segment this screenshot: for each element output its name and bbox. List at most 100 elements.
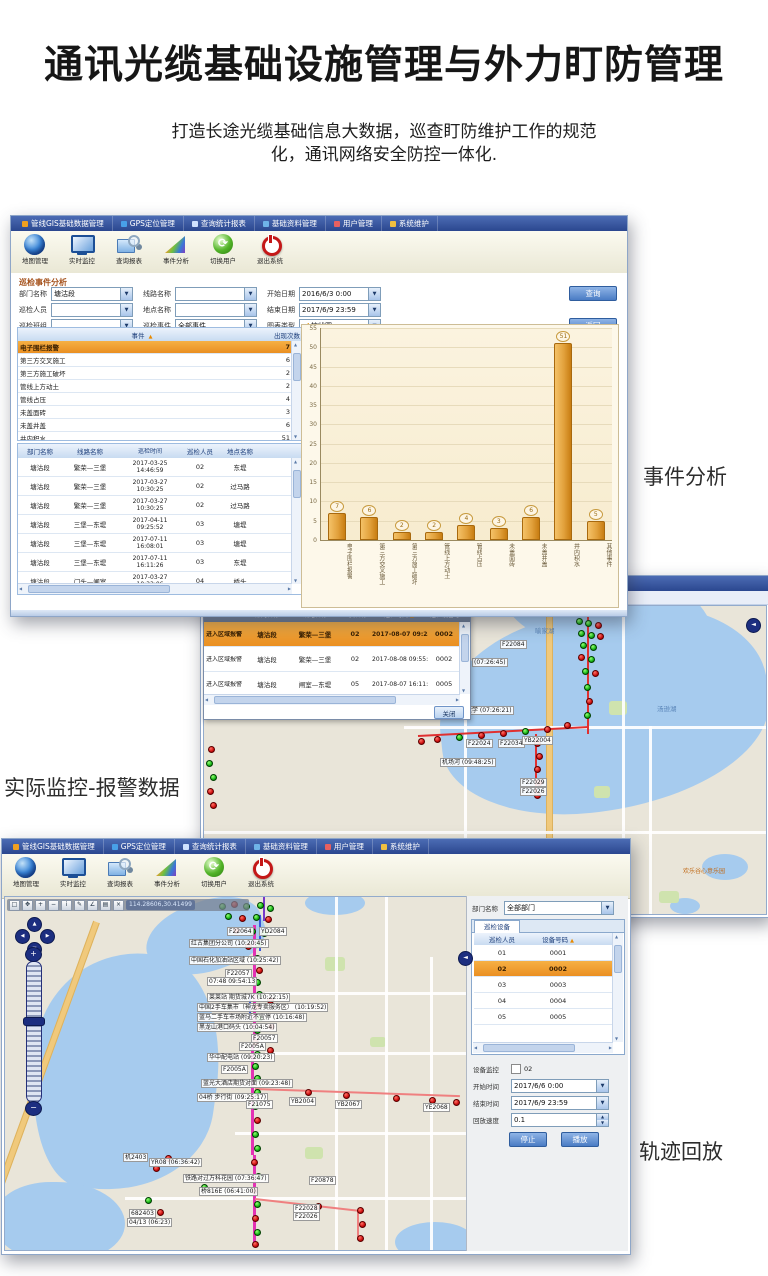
device-row[interactable]: 030003 bbox=[474, 977, 612, 993]
map-marker-red[interactable] bbox=[208, 746, 215, 753]
close-button[interactable]: 关闭 bbox=[434, 706, 464, 719]
menu-item[interactable]: 管线GIS基础数据管理 bbox=[5, 839, 104, 854]
map-marker-red[interactable] bbox=[265, 916, 272, 923]
alarm-row[interactable]: 进入区域报警塘沽段繁荣—三堡022017-08-07 09:23:360002 bbox=[204, 622, 460, 647]
map-marker-red[interactable] bbox=[597, 633, 604, 640]
map-tool-clear-icon[interactable]: × bbox=[113, 900, 124, 911]
map-marker-green[interactable] bbox=[252, 1131, 259, 1138]
start-time-input[interactable]: 2017/6/6 0:00 ▼ bbox=[511, 1079, 609, 1093]
collapse-panel-button[interactable]: ◄ bbox=[458, 951, 473, 966]
map-marker-red[interactable] bbox=[305, 1089, 312, 1096]
map-marker-green[interactable] bbox=[576, 618, 583, 625]
filter-input[interactable]: 2016/6/3 0:00▼ bbox=[299, 287, 381, 301]
map-marker-green[interactable] bbox=[210, 774, 217, 781]
scrollbar-thumb[interactable] bbox=[28, 585, 170, 593]
menu-item[interactable]: 基础资料管理 bbox=[255, 216, 326, 231]
menu-item[interactable]: 用户管理 bbox=[317, 839, 373, 854]
bar[interactable] bbox=[587, 521, 605, 540]
device-row[interactable]: 010001 bbox=[474, 945, 612, 961]
map-marker-red[interactable] bbox=[393, 1095, 400, 1102]
bar[interactable] bbox=[393, 532, 411, 540]
map-marker-red[interactable] bbox=[357, 1235, 364, 1242]
map-marker-red[interactable] bbox=[343, 1092, 350, 1099]
menu-item[interactable]: GPS定位管理 bbox=[104, 839, 175, 854]
map-marker-red[interactable] bbox=[239, 915, 246, 922]
spinner-down-icon[interactable]: ▼ bbox=[597, 1120, 608, 1126]
event-row[interactable]: 管线占压4 bbox=[18, 393, 292, 406]
patrol-row[interactable]: 塘沽段三堡—东堤2017-04-11 09:25:5203塘堤 bbox=[18, 515, 292, 534]
playback-map[interactable]: □✥+−i✎∠▤× 114.28606,30.41499 ▲ ▼ ◀ ▶ + −… bbox=[4, 896, 467, 1251]
map-marker-red[interactable] bbox=[544, 726, 551, 733]
event-row[interactable]: 管线上方动土2 bbox=[18, 380, 292, 393]
map-marker-red[interactable] bbox=[359, 1221, 366, 1228]
filter-input[interactable]: 塘沽段▼ bbox=[51, 287, 133, 301]
department-select[interactable]: 全部部门 ▼ bbox=[504, 901, 614, 915]
device-row[interactable]: 050005 bbox=[474, 1009, 612, 1025]
map-marker-red[interactable] bbox=[252, 1241, 259, 1248]
device-header-device[interactable]: 设备号码▲ bbox=[530, 934, 586, 944]
map-marker-red[interactable] bbox=[207, 788, 214, 795]
toolbar-button[interactable]: 查询报表 bbox=[100, 855, 140, 888]
event-row[interactable]: 未盖面砖3 bbox=[18, 406, 292, 419]
device-row[interactable]: 040004 bbox=[474, 993, 612, 1009]
map-marker-red[interactable] bbox=[586, 698, 593, 705]
map-marker-red[interactable] bbox=[254, 1117, 261, 1124]
map-tool-pan-icon[interactable]: ✥ bbox=[22, 900, 33, 911]
map-marker-green[interactable] bbox=[588, 656, 595, 663]
alarm-row[interactable]: 进入区域报警塘沽段繁荣—三堡022017-08-08 09:55:180002 bbox=[204, 647, 460, 672]
detail-header-cell[interactable]: 地点名称 bbox=[218, 446, 262, 456]
toolbar-button[interactable]: 退出系统 bbox=[241, 855, 281, 888]
patrol-row[interactable]: 塘沽段繁荣—三堡2017-03-27 10:30:2502过马路 bbox=[18, 496, 292, 515]
map-marker-red[interactable] bbox=[534, 766, 541, 773]
map-marker-green[interactable] bbox=[225, 913, 232, 920]
zoom-out-button[interactable]: − bbox=[25, 1101, 42, 1116]
map-marker-red[interactable] bbox=[478, 732, 485, 739]
zoom-in-button[interactable]: + bbox=[25, 947, 42, 962]
map-marker-green[interactable] bbox=[252, 1063, 259, 1070]
map-marker-red[interactable] bbox=[252, 1215, 259, 1222]
zoom-slider[interactable] bbox=[26, 961, 42, 1103]
query-button[interactable]: 查询 bbox=[569, 286, 617, 301]
map-marker-red[interactable] bbox=[418, 738, 425, 745]
menu-item[interactable]: 查询统计报表 bbox=[175, 839, 246, 854]
patrol-row[interactable]: 塘沽段三堡—东堤2017-07-11 16:08:0103塘堤 bbox=[18, 534, 292, 553]
map-marker-green[interactable] bbox=[267, 905, 274, 912]
map-marker-red[interactable] bbox=[453, 1099, 460, 1106]
toolbar-button[interactable]: 退出系统 bbox=[250, 232, 290, 265]
scrollbar-thumb[interactable] bbox=[483, 1044, 575, 1052]
collapse-panel-button[interactable]: ◄ bbox=[746, 618, 761, 633]
pan-right-button[interactable]: ▶ bbox=[40, 929, 55, 944]
map-tool-edit-icon[interactable]: ✎ bbox=[74, 900, 85, 911]
device-header-person[interactable]: 巡检人员 bbox=[474, 934, 530, 944]
map-marker-green[interactable] bbox=[584, 712, 591, 719]
map-marker-green[interactable] bbox=[254, 1201, 261, 1208]
event-row[interactable]: 电子围栏报警7 bbox=[18, 341, 292, 354]
filter-input[interactable]: 2017/6/9 23:59▼ bbox=[299, 303, 381, 317]
patrol-row[interactable]: 塘沽段三堡—东堤2017-07-11 16:11:2603东堤 bbox=[18, 553, 292, 572]
map-marker-green[interactable] bbox=[590, 644, 597, 651]
zoom-slider-handle[interactable] bbox=[23, 1017, 45, 1026]
map-marker-green[interactable] bbox=[580, 642, 587, 649]
chevron-down-icon[interactable]: ▼ bbox=[244, 304, 256, 316]
event-row[interactable]: 第三方施工破坏2 bbox=[18, 367, 292, 380]
map-marker-red[interactable] bbox=[595, 622, 602, 629]
chevron-down-icon[interactable]: ▼ bbox=[244, 288, 256, 300]
chevron-down-icon[interactable]: ▼ bbox=[368, 288, 380, 300]
vertical-scrollbar[interactable] bbox=[612, 933, 623, 1042]
pan-up-button[interactable]: ▲ bbox=[27, 917, 42, 932]
map-marker-green[interactable] bbox=[206, 760, 213, 767]
menu-item[interactable]: 系统维护 bbox=[373, 839, 429, 854]
bar[interactable] bbox=[360, 517, 378, 540]
event-row[interactable]: 第三方交叉施工6 bbox=[18, 354, 292, 367]
toolbar-button[interactable]: 实时监控 bbox=[53, 855, 93, 888]
toolbar-button[interactable]: 实时监控 bbox=[62, 232, 102, 265]
toolbar-button[interactable]: 查询报表 bbox=[109, 232, 149, 265]
tab-patrol-device[interactable]: 巡检设备 bbox=[474, 920, 520, 933]
chevron-down-icon[interactable]: ▼ bbox=[120, 288, 132, 300]
toolbar-button[interactable]: 地图管理 bbox=[15, 232, 55, 265]
map-marker-red[interactable] bbox=[157, 1209, 164, 1216]
menu-item[interactable]: 系统维护 bbox=[382, 216, 438, 231]
map-marker-red[interactable] bbox=[434, 736, 441, 743]
bar[interactable] bbox=[328, 513, 346, 540]
map-tool-measure-icon[interactable]: ∠ bbox=[87, 900, 98, 911]
